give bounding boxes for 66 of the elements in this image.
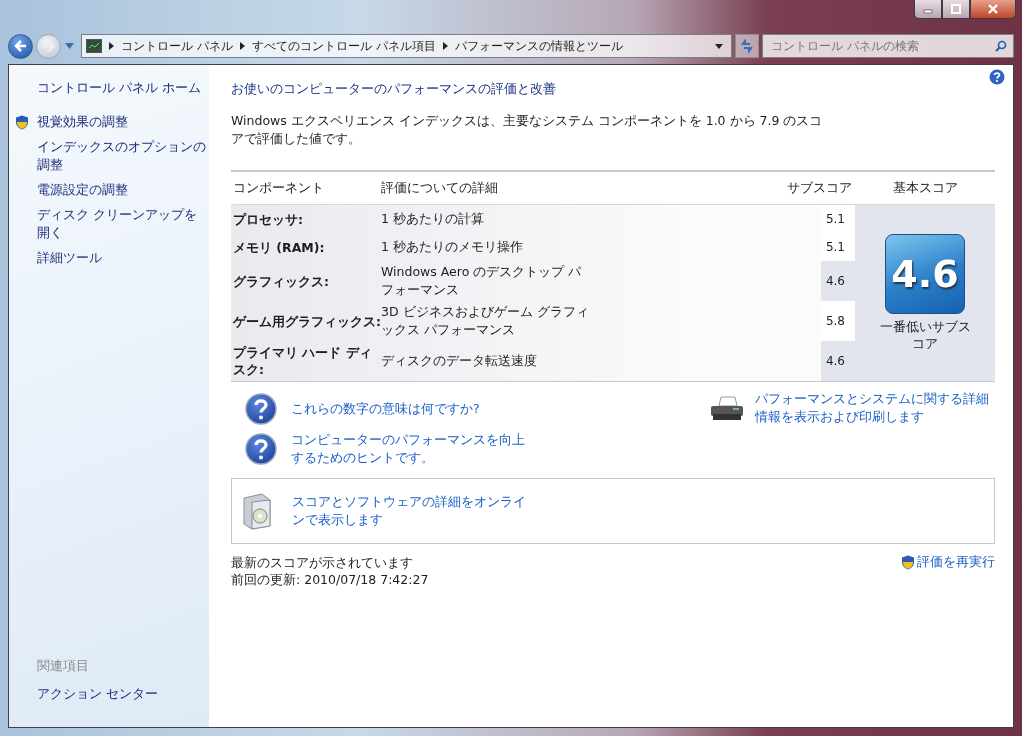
description-text: Windows エクスペリエンス インデックスは、主要なシステム コンポーネントを 1.0 から 7.9 のスコアで評価した値です。 [231,112,824,148]
subscore-value: 5.1 [821,205,855,233]
close-icon [987,4,999,14]
detail-text: ディスクのデータ転送速度 [381,352,538,370]
search-field[interactable]: コントロール パネルの検索 [762,34,1014,58]
maximize-button[interactable] [942,0,970,19]
column-header: 評価についての詳細 [381,179,499,197]
component-name: メモリ (RAM): [232,238,326,256]
sidebar-link[interactable]: インデックスのオプションの調整 [37,138,209,174]
base-score-caption: 一番低いサブスコア [878,318,972,352]
base-score-badge: 4.6 [885,234,965,314]
detail-text: 3D ビジネスおよびゲーム グラフィックス パフォーマンス [381,303,590,339]
software-box-icon [240,492,274,530]
subscore-value: 5.8 [821,301,855,341]
sidebar-link[interactable]: 電源設定の調整 [37,181,128,199]
breadcrumb-item[interactable]: パフォーマンスの情報とツール [454,37,623,55]
component-name: グラフィックス: [232,272,330,290]
column-header: コンポーネント [232,179,325,197]
column-header: 基本スコア [891,179,959,197]
detail-text: Windows Aero のデスクトップ パフォーマンス [381,263,583,299]
breadcrumb-arrow-icon [109,42,114,50]
back-button[interactable] [8,33,33,59]
dropdown-caret-icon[interactable] [715,43,723,49]
question-icon [245,433,277,465]
component-name: プライマリ ハード ディスク: [232,344,373,378]
close-button[interactable] [970,0,1016,19]
component-name: プロセッサ: [232,210,304,228]
maximize-icon [951,4,961,14]
search-icon [995,40,1007,52]
minimize-button[interactable] [914,0,942,19]
right-arrow-icon [41,39,56,53]
shield-icon [15,115,29,130]
help-link[interactable]: これらの数字の意味は何ですか? [291,400,536,418]
sidebar-link[interactable]: 詳細ツール [37,249,102,267]
shield-icon [901,555,915,570]
question-icon [245,393,277,425]
breadcrumb-arrow-icon [239,42,245,50]
related-link[interactable]: アクション センター [37,685,209,703]
online-link[interactable]: スコアとソフトウェアの詳細をオンラインで表示します [292,493,537,529]
sidebar-link[interactable]: 視覚効果の調整 [37,113,128,131]
print-link[interactable]: パフォーマンスとシステムに関する詳細情報を表示および印刷します [755,390,995,426]
help-icon[interactable] [989,69,1005,85]
last-updated-text: 前回の更新: 2010/07/18 7:42:27 [231,571,429,588]
left-arrow-icon [13,39,28,53]
search-input[interactable]: コントロール パネルの検索 [769,38,995,54]
related-heading: 関連項目 [37,658,90,675]
help-link[interactable]: コンピューターのパフォーマンスを向上するためのヒントです。 [291,431,536,467]
subscore-value: 4.6 [821,341,855,381]
subscore-value: 5.1 [821,233,855,261]
breadcrumb-item[interactable]: すべてのコントロール パネル項目 [251,37,436,55]
detail-text: 1 秒あたりのメモリ操作 [381,238,524,256]
printer-icon [709,396,745,422]
detail-text: 1 秒あたりの計算 [381,210,485,228]
rerun-assessment-link[interactable]: 評価を再実行 [901,554,995,571]
breadcrumb-item[interactable]: コントロール パネル [121,37,233,55]
breadcrumb-arrow-icon [442,42,448,50]
subscore-value: 4.6 [821,261,855,301]
component-name: ゲーム用グラフィックス: [232,312,381,330]
sidebar-link[interactable]: ディスク クリーンアップを開く [37,206,209,242]
column-header: サブスコア [785,179,853,197]
page-title: お使いのコンピューターのパフォーマンスの評価と改善 [231,81,557,98]
sidebar-link[interactable]: コントロール パネル ホーム [37,79,209,97]
address-bar[interactable]: コントロール パネル すべてのコントロール パネル項目 パフォーマンスの情報とツール [81,34,732,58]
status-text: 最新のスコアが示されています [231,554,414,571]
control-panel-icon [86,39,102,53]
refresh-icon [740,39,754,53]
